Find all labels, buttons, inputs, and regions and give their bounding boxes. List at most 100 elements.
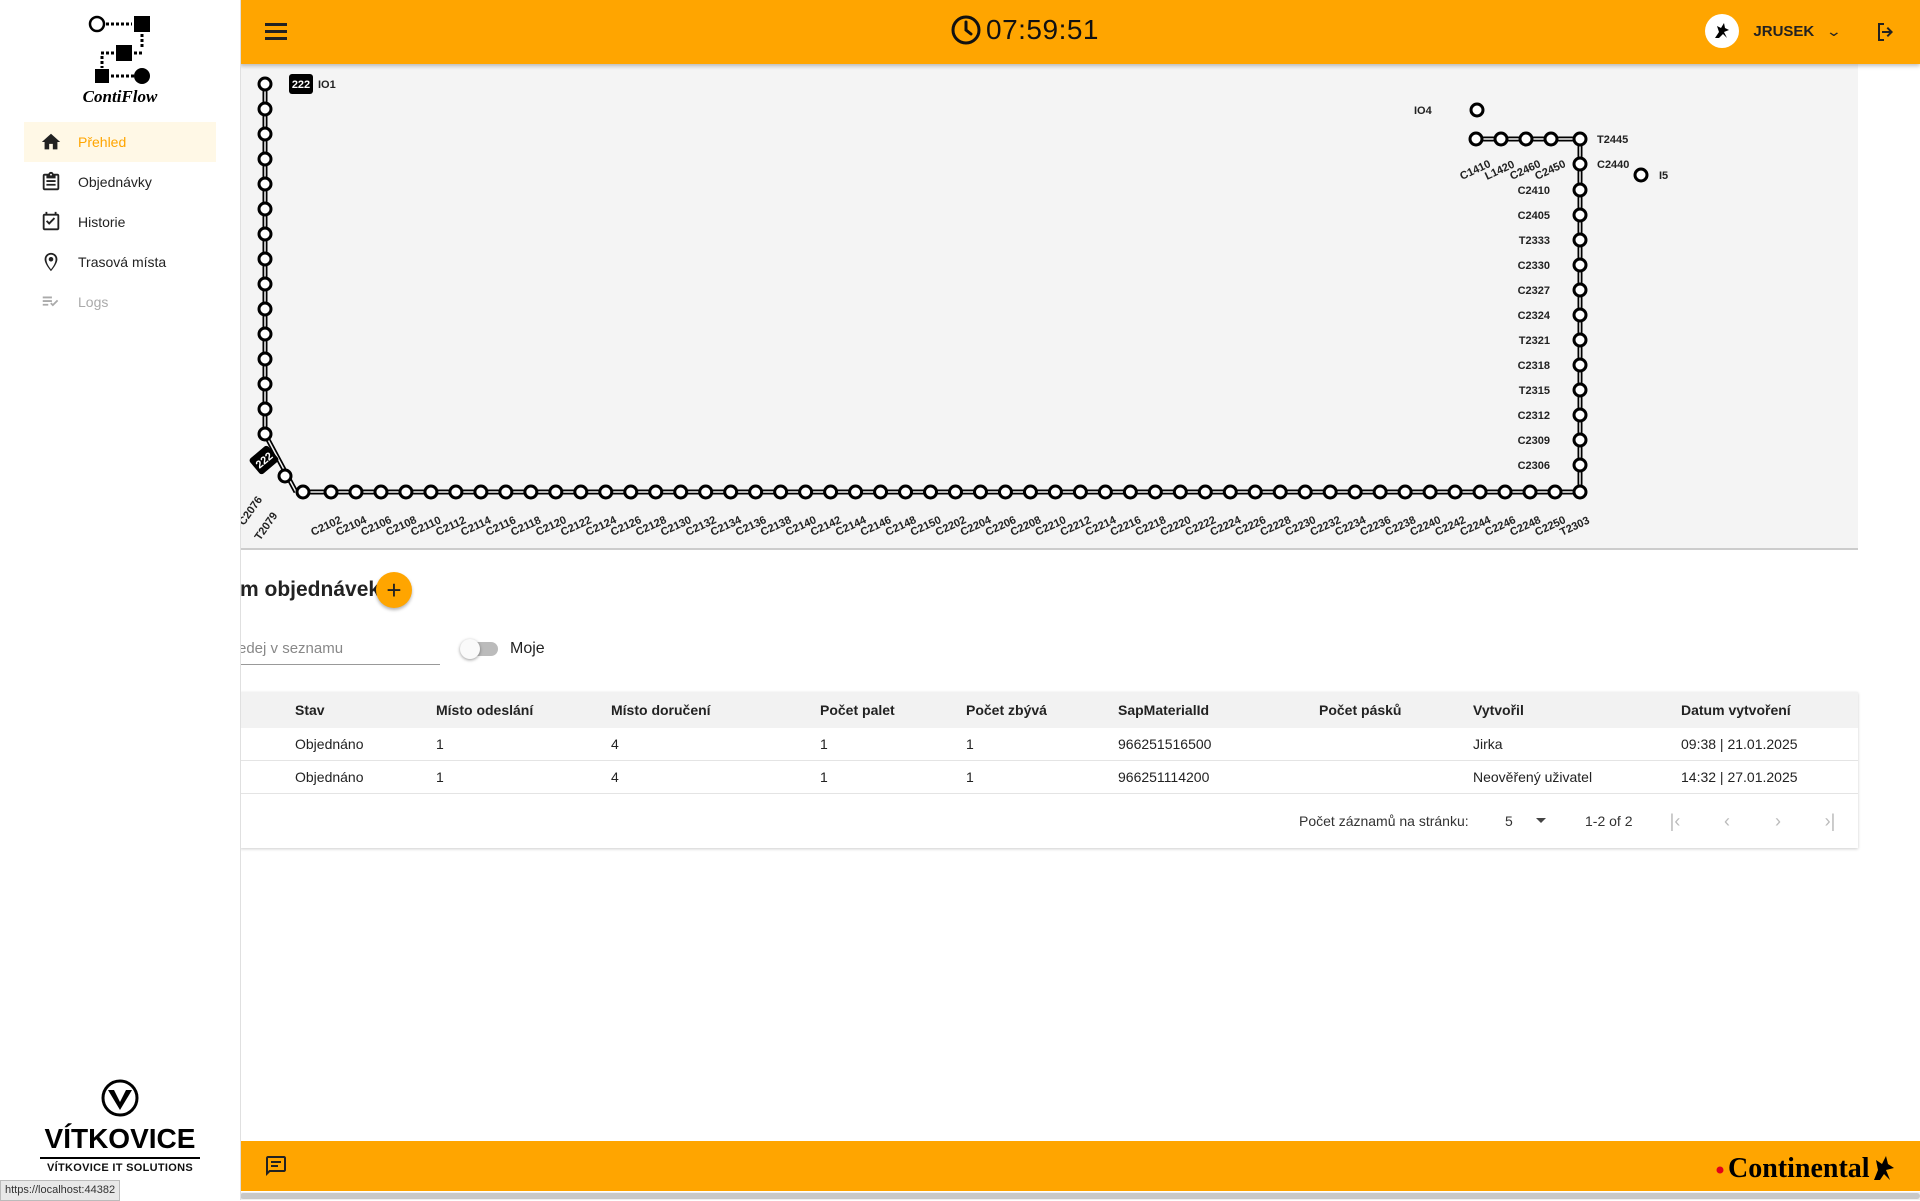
toggle-knob	[460, 639, 480, 659]
route-node-bottom	[923, 484, 939, 500]
cell-vytvoril: Jirka	[1473, 728, 1681, 761]
page-size-select[interactable]: 5	[1505, 813, 1513, 829]
col-pocet-pasku[interactable]: Počet pásků	[1319, 692, 1473, 728]
right-station-label: T2333	[1519, 235, 1550, 247]
right-station-label: C2410	[1518, 185, 1550, 197]
col-misto-odeslani[interactable]: Místo odeslání	[436, 692, 611, 728]
t2445-label: T2445	[1597, 134, 1628, 146]
table-header-row: Stav Místo odeslání Místo doručení Počet…	[240, 692, 1858, 728]
right-station-label: C2324	[1518, 310, 1551, 322]
chevron-down-icon: ⌄	[1825, 22, 1843, 39]
route-node-bottom	[1497, 484, 1513, 500]
page-size-label: Počet záznamů na stránku:	[1299, 813, 1469, 829]
next-page-icon[interactable]: ›	[1767, 810, 1789, 832]
cell-misto-odeslani: 1	[436, 728, 611, 761]
route-node-bottom	[1447, 484, 1463, 500]
scrollbar-thumb[interactable]	[240, 1193, 1920, 1199]
io1-label: IO1	[318, 79, 336, 91]
route-node-right	[1572, 357, 1588, 373]
route-node-bottom	[1522, 484, 1538, 500]
chat-icon[interactable]	[264, 1154, 288, 1178]
route-node-bottom	[348, 484, 364, 500]
username: JRUSEK	[1753, 22, 1815, 40]
route-node-top-right	[1468, 131, 1484, 147]
logout-icon[interactable]	[1874, 20, 1898, 44]
route-node-bottom	[1072, 484, 1088, 500]
dropdown-arrow-icon[interactable]	[1536, 818, 1546, 823]
search-input[interactable]	[240, 632, 440, 664]
route-node-bottom	[473, 484, 489, 500]
sidebar-item-logs: Logs	[24, 282, 216, 322]
bottom-bar: Continental	[240, 1141, 1920, 1191]
cell-pocet-zbyva: 1	[966, 728, 1118, 761]
route-node-right	[1572, 257, 1588, 273]
route-node-io4	[1469, 102, 1485, 118]
col-pocet-zbyva[interactable]: Počet zbývá	[966, 692, 1118, 728]
sidebar-item-historie[interactable]: Historie	[24, 202, 216, 242]
route-node-left	[257, 151, 273, 167]
user-menu[interactable]: JRUSEK ⌄	[1705, 14, 1843, 48]
route-node-bottom	[1047, 484, 1063, 500]
sidebar-item-label: Objednávky	[78, 174, 152, 190]
route-node-bottom	[648, 484, 664, 500]
route-node-left	[257, 276, 273, 292]
col-datum-vytvoreni[interactable]: Datum vytvoření	[1681, 692, 1858, 728]
sidebar-item-trasova-mista[interactable]: Trasová místa	[24, 242, 216, 282]
contiflow-logo[interactable]: ContiFlow	[70, 12, 170, 108]
cell-misto-doruceni: 4	[611, 728, 820, 761]
my-orders-toggle-label: Moje	[510, 640, 545, 657]
right-station-label: C2405	[1518, 210, 1550, 222]
route-node-bottom	[1347, 484, 1363, 500]
route-node-bottom	[1172, 484, 1188, 500]
status-url: https://localhost:44382	[0, 1180, 121, 1201]
table-row[interactable]: Objednáno 1 4 1 1 966251114200 Neověřený…	[240, 760, 1858, 794]
sidebar-item-prehled[interactable]: Přehled	[24, 122, 216, 162]
route-map-canvas: 222 IO12223C2076T2079 C2102C2104C2106C2108…	[232, 74, 1668, 543]
previous-page-icon[interactable]: ‹	[1716, 810, 1738, 832]
route-node-left	[257, 326, 273, 342]
route-map: 222 IO1 222 3 C2076 T2079 C2102 C2104 C2106 C2108…	[232, 64, 1858, 550]
last-page-icon[interactable]: ›|	[1819, 810, 1841, 832]
jumping-horse-icon	[1715, 23, 1730, 38]
orders-table: Stav Místo odeslání Místo doručení Počet…	[240, 692, 1858, 848]
route-node-bottom	[673, 484, 689, 500]
route-node-left	[257, 301, 273, 317]
location-pin-icon	[44, 252, 58, 272]
route-node-right	[1572, 332, 1588, 348]
sidebar-item-label: Logs	[78, 294, 109, 310]
vitkovice-emblem-icon	[101, 1079, 139, 1117]
i5-label: I5	[1659, 170, 1668, 182]
first-page-icon[interactable]: |‹	[1664, 810, 1686, 832]
cell-pocet-palet: 1	[820, 728, 966, 761]
add-order-button[interactable]: +	[376, 572, 412, 608]
route-node-right	[1572, 131, 1588, 147]
menu-icon[interactable]	[264, 20, 288, 44]
col-sap-material-id[interactable]: SapMaterialId	[1118, 692, 1319, 728]
horizontal-scrollbar[interactable]	[240, 1192, 1920, 1200]
right-station-label: T2321	[1519, 335, 1550, 347]
home-icon	[41, 133, 61, 150]
route-node-bottom	[1272, 484, 1288, 500]
right-station-label: C2327	[1518, 285, 1550, 297]
table-row[interactable]: Objednáno 1 4 1 1 966251516500 Jirka 09:…	[240, 728, 1858, 761]
col-pocet-palet[interactable]: Počet palet	[820, 692, 966, 728]
route-node-left	[257, 226, 273, 242]
route-node-bottom	[323, 484, 339, 500]
sidebar-item-objednavky[interactable]: Objednávky	[24, 162, 216, 202]
route-node-right	[1572, 232, 1588, 248]
col-stav[interactable]: Stav	[295, 692, 436, 728]
route-node-right	[1572, 207, 1588, 223]
route-node-bottom	[1547, 484, 1563, 500]
route-node-bottom	[848, 484, 864, 500]
cell-pocet-pasku	[1319, 728, 1473, 761]
route-node-left	[277, 468, 293, 484]
col-vytvoril[interactable]: Vytvořil	[1473, 692, 1681, 728]
route-node-bottom	[498, 484, 514, 500]
page-range: 1-2 of 2	[1585, 813, 1633, 829]
search-field[interactable]	[240, 632, 440, 665]
col-misto-doruceni[interactable]: Místo doručení	[611, 692, 820, 728]
route-node-bottom	[1297, 484, 1313, 500]
my-orders-toggle[interactable]	[460, 639, 498, 659]
sidebar-nav: Přehled Objednávky Historie Trasová míst…	[24, 122, 216, 322]
route-node-right	[1572, 156, 1588, 172]
